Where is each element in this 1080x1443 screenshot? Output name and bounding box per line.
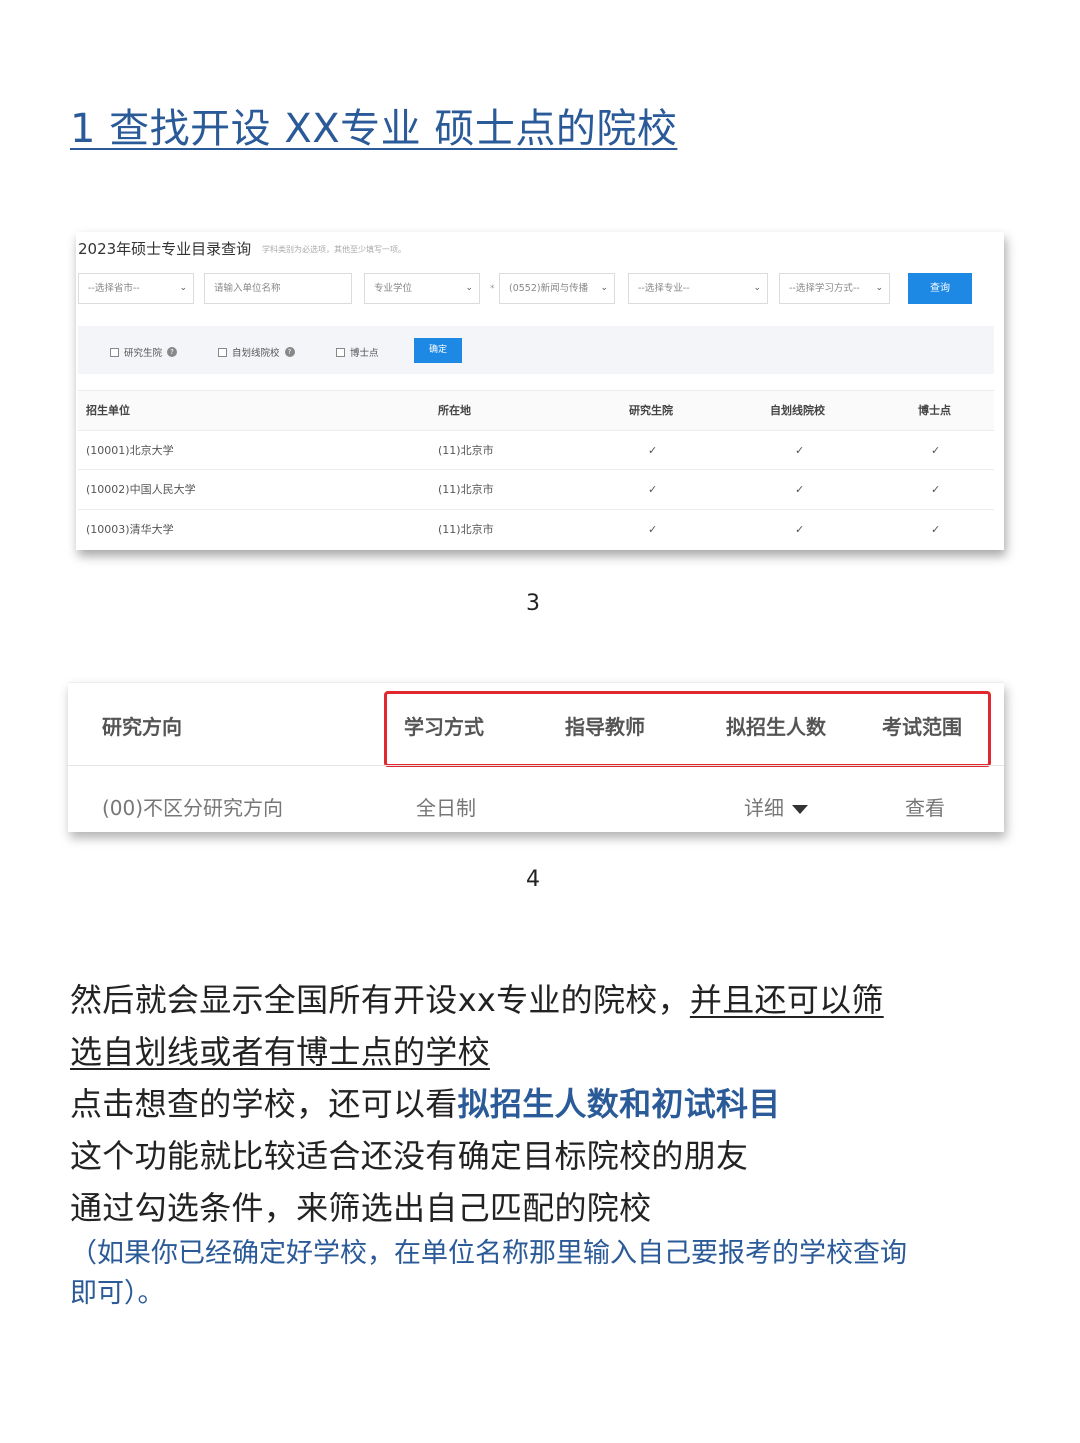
study-mode-cell: 全日制 (416, 796, 476, 820)
check-icon: ✓ (648, 443, 658, 457)
caret-down-icon (792, 805, 808, 814)
caption-3: 3 (526, 591, 540, 616)
note-line-2: 即可）。 (70, 1278, 165, 1309)
header-advisor: 指导教师 (565, 715, 645, 739)
page-heading: 1 查找开设 XX专业 硕士点的院校 (70, 106, 678, 152)
checkbox-icon (218, 347, 227, 357)
study-mode-select[interactable]: --选择学习方式-- ⌄ (779, 273, 890, 304)
table-row[interactable]: (10003)清华大学 (11)北京市 ✓ ✓ ✓ (78, 510, 994, 550)
header-graduate-school: 研究生院 (629, 404, 673, 417)
exam-scope-link[interactable]: 查看 (905, 792, 945, 821)
header-direction: 研究方向 (102, 715, 182, 739)
confirm-button[interactable]: 确定 (414, 338, 462, 363)
query-panel-title: 2023年硕士专业目录查询 (78, 240, 252, 258)
check-icon: ✓ (931, 522, 941, 536)
header-exam-scope: 考试范围 (882, 715, 962, 739)
check-icon: ✓ (931, 443, 941, 457)
query-panel-hint: 学科类别为必选项，其他至少填写一项。 (262, 245, 406, 254)
location-cell: (11)北京市 (438, 443, 494, 457)
note-line-1: （如果你已经确定好学校，在单位名称那里输入自己要报考的学校查询 (70, 1238, 907, 1269)
help-icon[interactable]: ? (284, 347, 295, 357)
chevron-down-icon: ⌄ (875, 283, 883, 293)
self-line-checkbox[interactable]: 自划线院校 ? (218, 345, 295, 359)
header-phd-point: 博士点 (918, 404, 951, 417)
filter-bar: 研究生院 ? 自划线院校 ? 博士点 确定 (78, 326, 994, 374)
phd-point-checkbox[interactable]: 博士点 (336, 345, 379, 359)
discipline-select[interactable]: (0552)新闻与传播 ⌄ (499, 273, 615, 304)
paragraph-4: 通过勾选条件，来筛选出自己匹配的院校 (70, 1189, 652, 1227)
header-study-mode: 学习方式 (404, 715, 484, 739)
table-header-row: 招生单位 所在地 研究生院 自划线院校 博士点 (78, 391, 994, 431)
degree-type-select[interactable]: 专业学位 ⌄ (364, 273, 480, 304)
unit-link[interactable]: (10001)北京大学 (86, 431, 174, 471)
caption-4: 4 (526, 867, 540, 892)
direction-cell: (00)不区分研究方向 (102, 796, 284, 820)
query-panel-screenshot: 2023年硕士专业目录查询 学科类别为必选项，其他至少填写一项。 --选择省市-… (76, 232, 1004, 550)
table-row[interactable]: (10002)中国人民大学 (11)北京市 ✓ ✓ ✓ (78, 470, 994, 510)
check-icon: ✓ (648, 522, 658, 536)
row-divider (68, 765, 1004, 766)
help-icon[interactable]: ? (167, 347, 178, 357)
header-location: 所在地 (438, 404, 471, 417)
paragraph-1-line-2: 选自划线或者有博士点的学校 (70, 1033, 490, 1071)
chevron-down-icon: ⌄ (600, 283, 608, 293)
query-button[interactable]: 查询 (908, 273, 972, 304)
header-enrollment: 拟招生人数 (726, 715, 826, 739)
graduate-school-checkbox[interactable]: 研究生院 ? (110, 345, 178, 359)
location-cell: (11)北京市 (438, 522, 494, 536)
check-icon: ✓ (795, 483, 805, 496)
enrollment-detail-link[interactable]: 详细 (744, 792, 808, 821)
unit-link[interactable]: (10003)清华大学 (86, 510, 174, 550)
location-cell: (11)北京市 (438, 483, 494, 496)
chevron-down-icon: ⌄ (465, 283, 473, 293)
direction-panel-screenshot: 研究方向 学习方式 指导教师 拟招生人数 考试范围 (00)不区分研究方向 全日… (68, 682, 1004, 832)
chevron-down-icon: ⌄ (753, 283, 761, 293)
unit-name-input[interactable]: 请输入单位名称 (204, 273, 352, 304)
check-icon: ✓ (931, 483, 941, 496)
province-select[interactable]: --选择省市-- ⌄ (78, 273, 194, 304)
paragraph-2: 点击想查的学校，还可以看拟招生人数和初试科目 (70, 1085, 781, 1123)
header-self-line: 自划线院校 (770, 404, 825, 417)
table-row[interactable]: (10001)北京大学 (11)北京市 ✓ ✓ ✓ (78, 431, 994, 471)
check-icon: ✓ (648, 483, 658, 496)
checkbox-icon (110, 347, 119, 357)
results-table: 招生单位 所在地 研究生院 自划线院校 博士点 (10001)北京大学 (11)… (78, 390, 994, 549)
header-unit: 招生单位 (86, 404, 130, 417)
paragraph-3: 这个功能就比较适合还没有确定目标院校的朋友 (70, 1137, 749, 1175)
check-icon: ✓ (795, 443, 805, 457)
major-select[interactable]: --选择专业-- ⌄ (628, 273, 768, 304)
checkbox-icon (336, 347, 345, 357)
unit-link[interactable]: (10002)中国人民大学 (86, 470, 196, 510)
required-mark: * (490, 284, 495, 294)
chevron-down-icon: ⌄ (179, 283, 187, 293)
paragraph-1-line-1: 然后就会显示全国所有开设xx专业的院校，并且还可以筛 (70, 981, 884, 1019)
check-icon: ✓ (795, 522, 805, 536)
